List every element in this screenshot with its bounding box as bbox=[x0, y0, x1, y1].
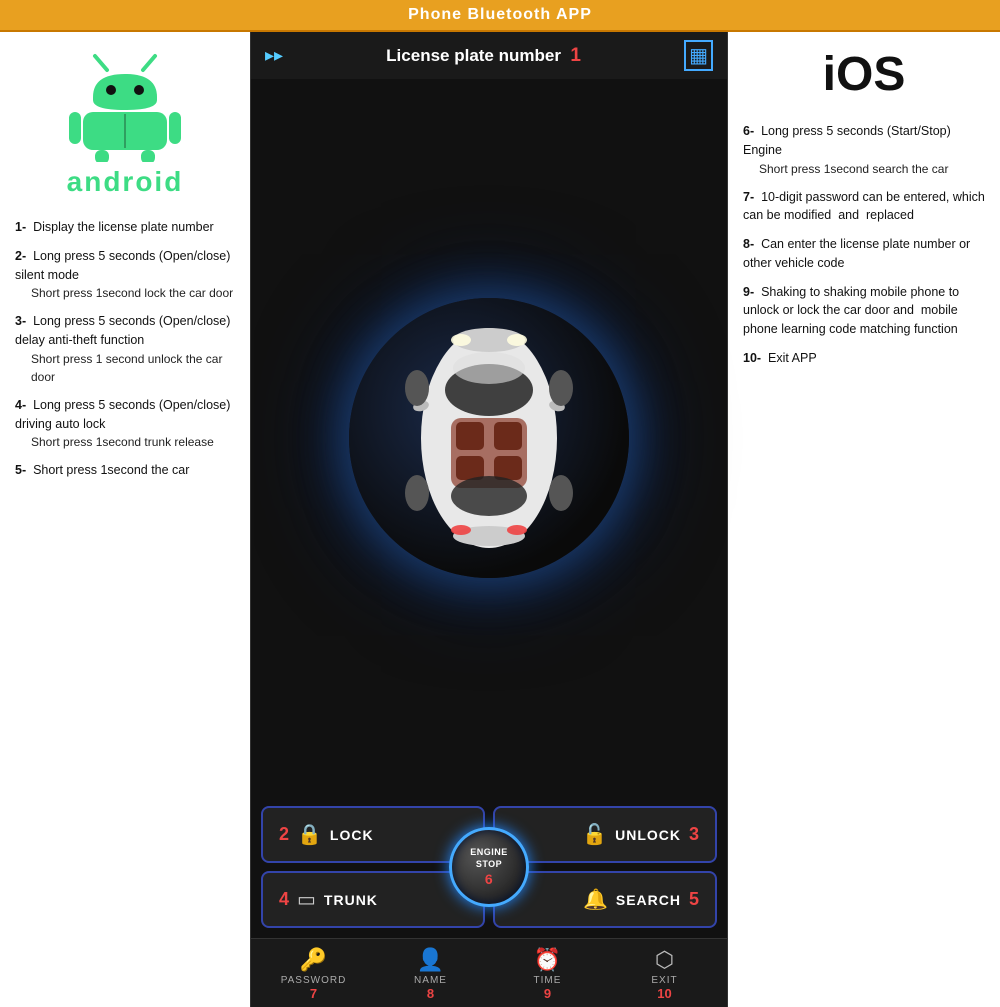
banner-title: Phone Bluetooth APP bbox=[408, 6, 592, 23]
button-grid: 2 🔒 LOCK 🔓 UNLOCK 3 4 ▭ TRUNK bbox=[261, 806, 717, 928]
list-item: 7- 10-digit password can be entered, whi… bbox=[743, 188, 985, 226]
ios-logo: iOS bbox=[743, 47, 985, 102]
list-item: 3- Long press 5 seconds (Open/close) del… bbox=[15, 312, 235, 386]
center-phone-panel: ▸▸ License plate number 1 ▦ bbox=[250, 32, 728, 1007]
exit-icon: ⬡ bbox=[655, 947, 674, 973]
android-label: android bbox=[67, 166, 184, 198]
list-item: 10- Exit APP bbox=[743, 349, 985, 368]
android-robot-icon bbox=[65, 42, 185, 162]
list-item: 4- Long press 5 seconds (Open/close) dri… bbox=[15, 396, 235, 452]
list-item: 5- Short press 1second the car bbox=[15, 461, 235, 480]
left-feature-list: 1- Display the license plate number 2- L… bbox=[15, 218, 235, 490]
list-item: 8- Can enter the license plate number or… bbox=[743, 235, 985, 273]
top-banner: Phone Bluetooth APP bbox=[0, 0, 1000, 32]
nav-password[interactable]: 🔑 PASSWORD 7 bbox=[255, 947, 372, 1001]
password-icon: 🔑 bbox=[300, 947, 327, 973]
car-display-area bbox=[251, 79, 727, 796]
nav-time[interactable]: ⏰ TIME 9 bbox=[489, 947, 606, 1001]
time-icon: ⏰ bbox=[534, 947, 561, 973]
scan-icon[interactable]: ▦ bbox=[684, 40, 713, 71]
list-item: 1- Display the license plate number bbox=[15, 218, 235, 237]
phone-header: ▸▸ License plate number 1 ▦ bbox=[251, 32, 727, 79]
nav-name[interactable]: 👤 NAME 8 bbox=[372, 947, 489, 1001]
bluetooth-icon: ▸▸ bbox=[265, 45, 283, 66]
nav-exit[interactable]: ⬡ EXIT 10 bbox=[606, 947, 723, 1001]
left-panel: android 1- Display the license plate num… bbox=[0, 32, 250, 1007]
car-top-view-icon bbox=[399, 318, 579, 558]
list-item: 6- Long press 5 seconds (Start/Stop) Eng… bbox=[743, 122, 985, 178]
engine-stop-button[interactable]: ENGINESTOP 6 bbox=[449, 827, 529, 907]
right-feature-list: 6- Long press 5 seconds (Start/Stop) Eng… bbox=[743, 122, 985, 378]
phone-title: License plate number 1 bbox=[386, 45, 581, 67]
bottom-navigation: 🔑 PASSWORD 7 👤 NAME 8 ⏰ TIME 9 ⬡ EXIT 10 bbox=[251, 938, 727, 1007]
list-item: 9- Shaking to shaking mobile phone to un… bbox=[743, 283, 985, 339]
list-item: 2- Long press 5 seconds (Open/close) sil… bbox=[15, 247, 235, 303]
engine-stop-button-wrap: ENGINESTOP 6 bbox=[449, 827, 529, 907]
right-panel: iOS 6- Long press 5 seconds (Start/Stop)… bbox=[728, 32, 1000, 1007]
android-logo: android bbox=[15, 42, 235, 198]
car-circle-bg bbox=[349, 298, 629, 578]
name-icon: 👤 bbox=[417, 947, 444, 973]
controls-area: 2 🔒 LOCK 🔓 UNLOCK 3 4 ▭ TRUNK bbox=[251, 796, 727, 938]
